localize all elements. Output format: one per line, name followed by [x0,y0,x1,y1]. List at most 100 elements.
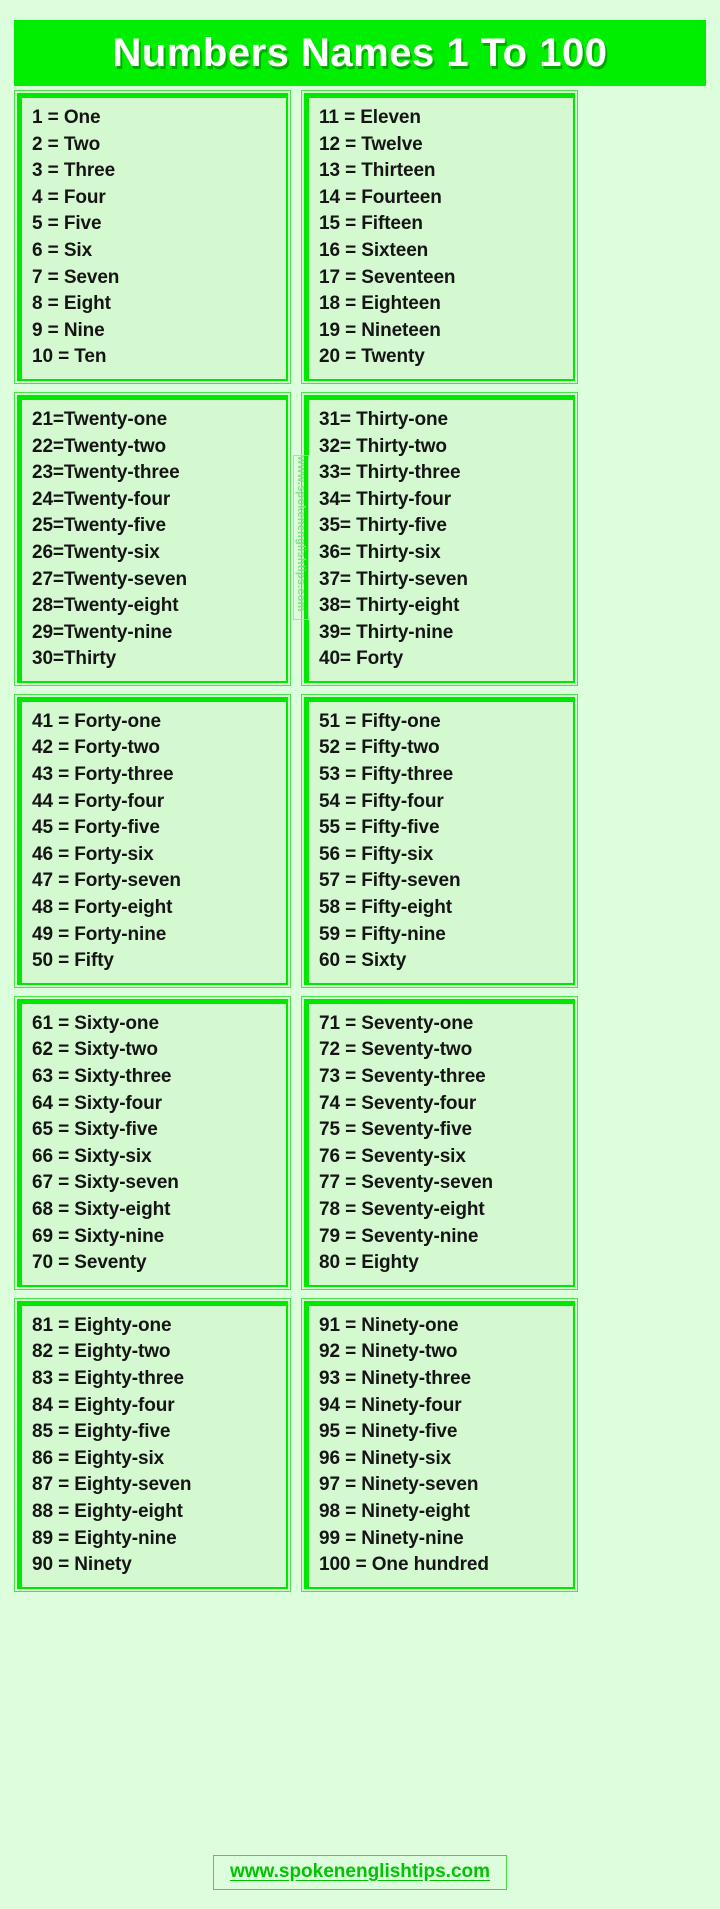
number-name-line: 62 = Sixty-two [32,1039,158,1061]
number-name-line: 39= Thirty-nine [319,621,454,643]
number-name-line: 86 = Eighty-six [32,1447,165,1469]
number-name-line: 38= Thirty-eight [319,595,460,617]
number-list: 11 = Eleven 12 = Twelve 13 = Thirteen 14 = … [304,93,575,381]
number-name-line: 48 = Forty-eight [32,897,173,919]
number-name-line: 79 = Seventy-nine [319,1225,479,1247]
number-name-line: 32= Thirty-two [319,435,447,457]
number-name-line: 30=Thirty [32,648,117,670]
number-name-line: 42 = Forty-two [32,737,160,759]
number-name-line: 63 = Sixty-three [32,1066,172,1087]
number-name-line: 93 = Ninety-three [319,1367,471,1389]
number-name-line: 35= Thirty-five [319,515,447,537]
number-name-line: 55 = Fifty-five [319,817,440,839]
number-name-line: 2 = Two [32,133,101,155]
number-name-line: 71 = Seventy-one [319,1012,474,1034]
number-name-line: 43 = Forty-three [32,764,174,786]
number-name-line: 83 = Eighty-three [32,1367,184,1389]
number-name-line: 11 = Eleven [319,107,421,128]
number-name-line: 78 = Seventy-eight [319,1198,485,1220]
number-list: 61 = Sixty-one 62 = Sixty-two 63 = Sixty-t… [17,998,288,1287]
box-81-90: 81 = Eighty-one 82 = Eighty-two 83 = Eight… [14,1297,291,1592]
footer-link-box[interactable]: www.spokenenglishtips.com [212,1855,508,1890]
watermark-text: www.spokenenglishtips.com [295,456,307,612]
number-name-line: 67 = Sixty-seven [32,1172,179,1194]
number-name-line: 31= Thirty-one [319,408,448,430]
number-name-line: 6 = Six [32,239,93,261]
number-list: 51 = Fifty-one 52 = Fifty-two 53 = Fifty-t… [304,696,575,985]
number-name-line: 33= Thirty-three [319,462,461,484]
number-name-line: 4 = Four [32,186,106,208]
number-name-line: 88 = Eighty-eight [32,1500,183,1522]
number-name-line: 21=Twenty-one [32,408,168,430]
number-name-line: 18 = Eighteen [319,293,441,315]
website-link[interactable]: www.spokenenglishtips.com [230,1861,490,1882]
number-name-line: 97 = Ninety-seven [319,1474,479,1496]
number-name-line: 59 = Fifty-nine [319,923,446,945]
number-name-line: 13 = Thirteen [319,160,436,182]
number-name-line: 68 = Sixty-eight [32,1198,171,1220]
number-name-line: 16 = Sixteen [319,239,429,261]
number-name-line: 77 = Seventy-seven [319,1172,494,1194]
number-name-line: 69 = Sixty-nine [32,1225,165,1247]
number-name-line: 75 = Seventy-five [319,1119,473,1141]
number-boxes-grid: 1 = One 2 = Two 3 = Three 4 = Four 5 = Five 6… [14,90,706,1592]
number-name-line: 7 = Seven [32,266,120,288]
footer: www.spokenenglishtips.com [0,1855,720,1890]
box-21-30: 21=Twenty-one 22=Twenty-two 23=Twenty-thre… [14,391,291,686]
number-name-line: 3 = Three [32,160,116,182]
number-name-line: 61 = Sixty-one [32,1012,159,1034]
number-name-line: 58 = Fifty-eight [319,897,453,919]
number-name-line: 37= Thirty-seven [319,568,468,590]
number-name-line: 82 = Eighty-two [32,1341,171,1363]
number-name-line: 56 = Fifty-six [319,843,434,865]
number-name-line: 46 = Forty-six [32,843,154,865]
number-name-line: 8 = Eight [32,293,111,315]
number-name-line: 96 = Ninety-six [319,1447,452,1469]
box-31-40: 31= Thirty-one 32= Thirty-two 33= Thirty-t… [301,391,578,686]
number-name-line: 9 = Nine [32,319,105,341]
box-91-100: 91 = Ninety-one 92 = Ninety-two 93 = Ninet… [301,1297,578,1592]
number-name-line: 99 = Ninety-nine [319,1527,464,1549]
box-41-50: 41 = Forty-one 42 = Forty-two 43 = Forty-t… [14,693,291,988]
number-name-line: 57 = Fifty-seven [319,870,461,892]
number-name-line: 76 = Seventy-six [319,1145,466,1167]
box-51-60: 51 = Fifty-one 52 = Fifty-two 53 = Fifty-t… [301,693,578,988]
number-name-line: 98 = Ninety-eight [319,1500,470,1522]
number-list: 81 = Eighty-one 82 = Eighty-two 83 = Eight… [17,1300,288,1589]
number-name-line: 36= Thirty-six [319,541,441,563]
number-name-line: 60 = Sixty [319,950,407,972]
number-name-line: 66 = Sixty-six [32,1145,152,1167]
number-name-line: 92 = Ninety-two [319,1341,458,1363]
page-title: Numbers Names 1 To 100 [112,31,608,75]
number-name-line: 54 = Fifty-four [319,790,444,812]
number-name-line: 17 = Seventeen [319,266,456,288]
number-name-line: 23=Twenty-three [32,462,180,484]
number-list: 31= Thirty-one 32= Thirty-two 33= Thirty-t… [304,394,575,683]
number-name-line: 91 = Ninety-one [319,1314,459,1336]
number-name-line: 1 = One [32,107,101,128]
number-name-line: 51 = Fifty-one [319,710,441,732]
number-name-line: 64 = Sixty-four [32,1092,162,1114]
number-name-line: 14 = Fourteen [319,186,442,208]
number-name-line: 22=Twenty-two [32,435,167,457]
number-name-line: 24=Twenty-four [32,488,171,510]
number-name-line: 45 = Forty-five [32,817,160,839]
number-name-line: 15 = Fifteen [319,213,423,235]
number-list: 1 = One 2 = Two 3 = Three 4 = Four 5 = Five 6… [17,93,288,381]
number-name-line: 81 = Eighty-one [32,1314,172,1336]
number-name-line: 26=Twenty-six [32,541,160,563]
number-name-line: 74 = Seventy-four [319,1092,477,1114]
number-name-line: 28=Twenty-eight [32,595,179,617]
poster-page: Numbers Names 1 To 100 1 = One 2 = Two 3 =… [0,0,720,1909]
box-61-70: 61 = Sixty-one 62 = Sixty-two 63 = Sixty-t… [14,995,291,1290]
number-name-line: 80 = Eighty [319,1252,419,1274]
title-banner: Numbers Names 1 To 100 [14,20,706,86]
number-name-line: 89 = Eighty-nine [32,1527,177,1549]
watermark: www.spokenenglishtips.com [293,455,309,620]
number-name-line: 29=Twenty-nine [32,621,173,643]
number-name-line: 20 = Twenty [319,346,425,368]
number-name-line: 52 = Fifty-two [319,737,440,759]
number-name-line: 12 = Twelve [319,133,423,155]
number-name-line: 70 = Seventy [32,1252,147,1274]
number-list: 91 = Ninety-one 92 = Ninety-two 93 = Ninet… [304,1300,575,1589]
